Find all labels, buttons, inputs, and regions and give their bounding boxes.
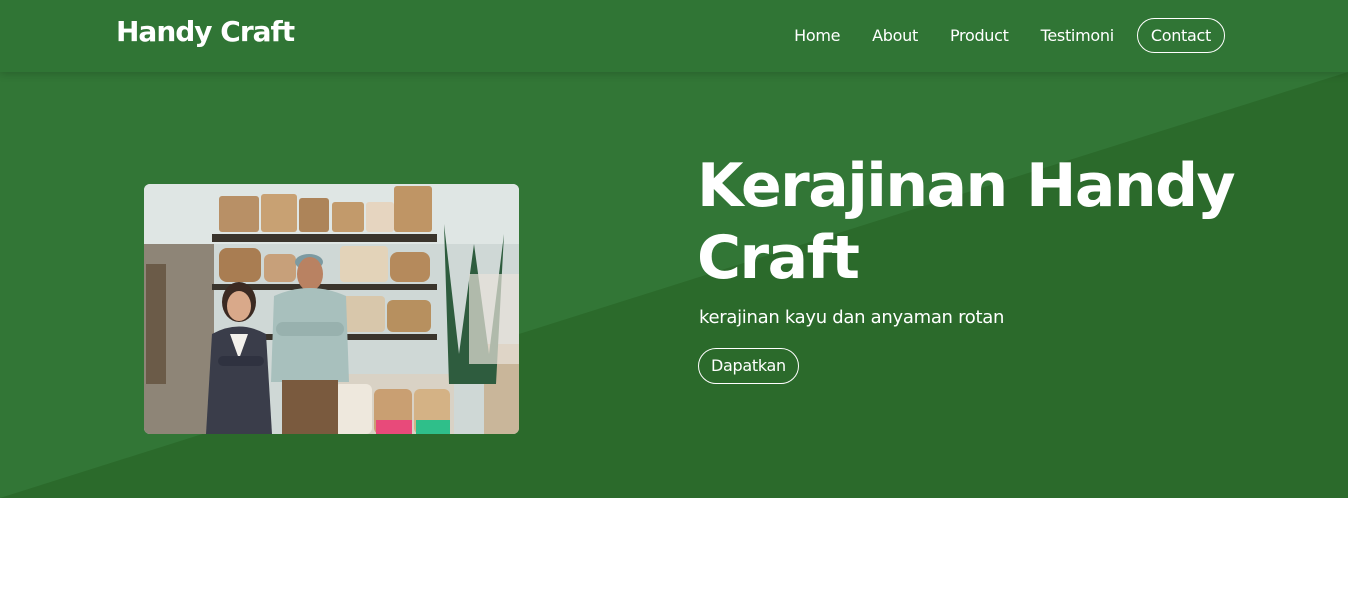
hero-image <box>144 184 519 434</box>
nav-menu: Home About Product Testimoni Contact <box>794 16 1225 54</box>
contact-button[interactable]: Contact <box>1136 17 1225 53</box>
nav-link-product[interactable]: Product <box>950 26 1009 45</box>
nav-link-about[interactable]: About <box>872 26 918 45</box>
nav-link-testimoni[interactable]: Testimoni <box>1041 26 1115 45</box>
get-now-button[interactable]: Dapatkan <box>698 348 799 384</box>
nav-link-home[interactable]: Home <box>794 26 840 45</box>
brand-logo[interactable]: Handy Craft <box>116 15 295 48</box>
hero-subtitle: kerajinan kayu dan anyaman rotan <box>699 307 1005 328</box>
hero-section: Kerajinan Handy Craft kerajinan kayu dan… <box>0 0 1348 498</box>
navbar: Handy Craft Home About Product Testimoni… <box>0 0 1348 72</box>
shop-owners-photo <box>144 184 519 434</box>
hero-title: Kerajinan Handy Craft <box>697 151 1236 293</box>
